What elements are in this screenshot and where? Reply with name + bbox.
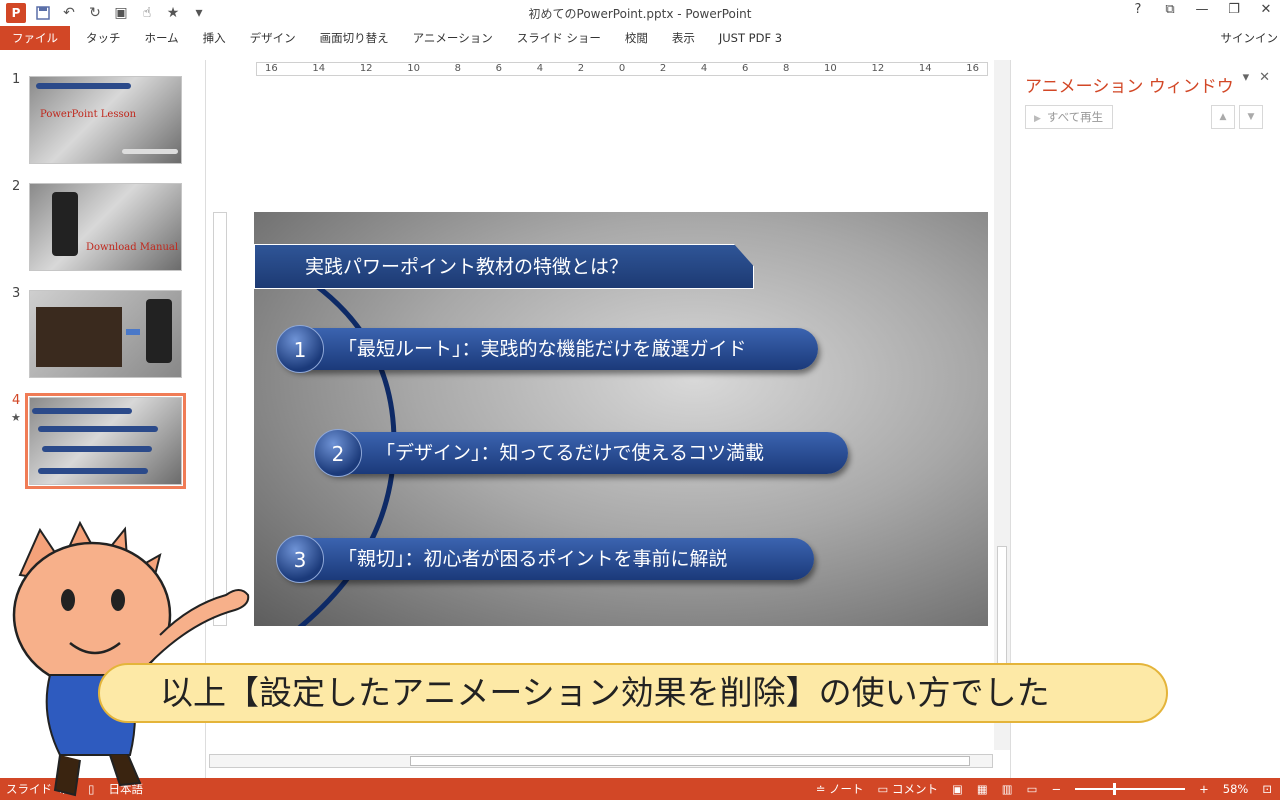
tab-home[interactable]: ホーム	[133, 26, 191, 50]
ruler-tick-label: 16	[966, 63, 979, 74]
horizontal-scrollbar[interactable]	[209, 754, 993, 768]
fit-slide-icon[interactable]: ⊡	[1262, 778, 1272, 800]
move-down-button[interactable]: ▼	[1239, 105, 1263, 129]
ruler-tick-label: 6	[495, 63, 503, 74]
tab-design[interactable]: デザイン	[238, 26, 308, 50]
slide-list-item[interactable]: 2 「デザイン」：知ってるだけで使えるコツ満載	[314, 429, 848, 477]
ruler-tick-label: 8	[454, 63, 461, 74]
ruler-tick-label: 12	[359, 63, 373, 74]
pane-controls: ▾ ✕	[1243, 70, 1270, 85]
thumbnail-item-bar	[42, 446, 152, 452]
ruler-tick-label: 0	[618, 63, 626, 74]
thumbnail-slide-2[interactable]: Download Manual	[29, 183, 182, 271]
mascot-character-illustration	[12, 520, 250, 797]
ruler-tick-label: 8	[783, 63, 790, 74]
thumbnail-title-mark: Download Manual	[86, 242, 179, 253]
tutorial-caption: 以上【設定したアニメーション効果を削除】の使い方でした	[98, 663, 1168, 723]
item-text: 「親切」：初心者が困るポイントを事前に解説	[338, 548, 728, 570]
ruler-tick-label: 4	[700, 63, 708, 74]
play-all-label: すべて再生	[1046, 110, 1104, 124]
item-number-circle: 3	[276, 535, 324, 583]
thumbnail-number: 3	[12, 286, 21, 301]
comment-icon: ▭	[877, 782, 893, 796]
pane-close-icon[interactable]: ✕	[1259, 70, 1270, 85]
zoom-in-button[interactable]: +	[1199, 778, 1209, 800]
thumbnail-phone-image	[52, 192, 78, 256]
window-controls: ? ⧉ — ❐ ✕	[1130, 2, 1274, 17]
horizontal-ruler: 16 14 12 10 8 6 4 2 0 2 4 6 8 10 12 14 16	[256, 62, 988, 76]
play-all-button[interactable]: ▶ すべて再生	[1025, 105, 1113, 129]
thumbnail-title-mark: PowerPoint Lesson	[40, 109, 137, 120]
animation-pane-title: アニメーション ウィンドウ	[1025, 77, 1234, 97]
ribbon-tabs: ファイル タッチ ホーム 挿入 デザイン 画面切り替え アニメーション スライド…	[0, 26, 1280, 50]
thumbnail-arrow-shape	[126, 329, 140, 335]
slide-list-item[interactable]: 3 「親切」：初心者が困るポイントを事前に解説	[276, 535, 814, 583]
tab-insert[interactable]: 挿入	[191, 26, 238, 50]
ruler-tick-label: 6	[741, 63, 749, 74]
thumbnail-slide-1[interactable]: PowerPoint Lesson	[29, 76, 182, 164]
thumbnail-slide-4[interactable]	[25, 393, 186, 489]
item-text: 「デザイン」：知ってるだけで使えるコツ満載	[376, 442, 764, 464]
slideshow-view-icon[interactable]: ▭	[1027, 778, 1038, 800]
ruler-tick-label: 12	[871, 63, 885, 74]
notes-button[interactable]: ≐ ノート	[816, 778, 864, 800]
tab-file[interactable]: ファイル	[0, 26, 70, 50]
play-icon: ▶	[1034, 114, 1041, 124]
item-number-circle: 1	[276, 325, 324, 373]
ruler-tick-label: 16	[265, 63, 278, 74]
zoom-level[interactable]: 58%	[1223, 778, 1249, 800]
tab-touch[interactable]: タッチ	[74, 26, 133, 50]
close-button[interactable]: ✕	[1258, 2, 1274, 17]
thumbnail-footer-bar	[122, 149, 178, 154]
thumbnail-item-bar	[38, 468, 148, 474]
normal-view-icon[interactable]: ▣	[952, 778, 963, 800]
ruler-tick-label: 4	[536, 63, 544, 74]
help-button[interactable]: ?	[1130, 2, 1146, 17]
tab-view[interactable]: 表示	[660, 26, 707, 50]
zoom-slider-knob[interactable]	[1113, 783, 1117, 795]
thumbnail-item-bar	[38, 426, 158, 432]
tab-review[interactable]: 校閲	[613, 26, 660, 50]
tab-animations[interactable]: アニメーション	[401, 26, 505, 50]
slide-canvas[interactable]: 実践パワーポイント教材の特徴とは？ 1 「最短ルート」：実践的な機能だけを厳選ガ…	[254, 212, 988, 626]
thumbnail-screenshot-image	[36, 307, 122, 367]
item-number-circle: 2	[314, 429, 362, 477]
pane-options-icon[interactable]: ▾	[1243, 70, 1250, 85]
ruler-tick-label: 10	[824, 63, 837, 74]
item-text: 「最短ルート」：実践的な機能だけを厳選ガイド	[338, 338, 747, 360]
ruler-tick-label: 2	[577, 63, 585, 74]
title-bar: P ↶ ↻ ▣ ☝ ★ ▾ 初めてのPowerPoint.pptx - Powe…	[0, 0, 1280, 26]
slide-list-item[interactable]: 1 「最短ルート」：実践的な機能だけを厳選ガイド	[276, 325, 818, 373]
window-title: 初めてのPowerPoint.pptx - PowerPoint	[528, 7, 752, 21]
thumbnail-number: 2	[12, 179, 21, 194]
comments-button[interactable]: ▭ コメント	[877, 778, 938, 800]
animation-marker-icon: ★	[11, 411, 21, 424]
thumbnail-number: 1	[12, 72, 21, 87]
reading-view-icon[interactable]: ▥	[1002, 778, 1013, 800]
ribbon-display-options-button[interactable]: ⧉	[1162, 2, 1178, 17]
ruler-tick-label: 14	[918, 63, 932, 74]
vertical-scrollbar[interactable]	[994, 60, 1010, 750]
ruler-tick-label: 2	[659, 63, 667, 74]
thumbnail-number: 4	[12, 393, 21, 408]
thumbnail-banner	[36, 83, 131, 89]
tab-slideshow[interactable]: スライド ショー	[505, 26, 613, 50]
zoom-out-button[interactable]: −	[1052, 778, 1062, 800]
notes-icon: ≐	[815, 782, 829, 796]
slide-title-banner[interactable]: 実践パワーポイント教材の特徴とは？	[254, 244, 754, 289]
ruler-tick-label: 14	[312, 63, 326, 74]
scroll-thumb[interactable]	[410, 756, 970, 766]
tab-transitions[interactable]: 画面切り替え	[308, 26, 401, 50]
minimize-button[interactable]: —	[1194, 2, 1210, 17]
tab-just-pdf[interactable]: JUST PDF 3	[707, 26, 794, 50]
thumbnail-title-bar	[32, 408, 132, 414]
zoom-slider[interactable]	[1075, 783, 1186, 795]
slide-sorter-icon[interactable]: ▦	[977, 778, 988, 800]
restore-button[interactable]: ❐	[1226, 2, 1242, 17]
move-up-button[interactable]: ▲	[1211, 105, 1235, 129]
thumbnail-phone-image	[146, 299, 172, 363]
thumbnail-slide-3[interactable]	[29, 290, 182, 378]
ruler-tick-label: 10	[407, 63, 420, 74]
signin-link[interactable]: サインイン	[1221, 30, 1279, 46]
